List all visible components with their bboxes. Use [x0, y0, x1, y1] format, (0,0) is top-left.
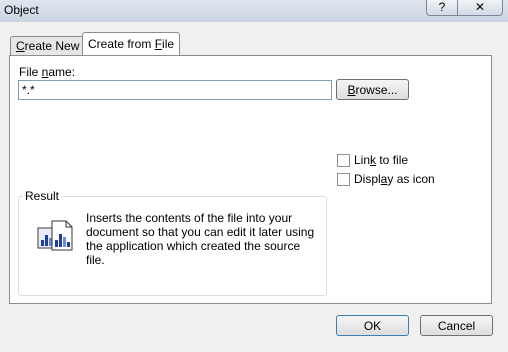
display-as-icon-box[interactable]	[337, 172, 350, 186]
display-as-icon-checkbox[interactable]: Display as icon	[337, 172, 435, 186]
window-title: Object	[4, 3, 39, 17]
ok-button[interactable]: OK	[336, 315, 409, 336]
result-legend: Result	[23, 189, 62, 203]
object-dialog: Create New Create from File File name: B…	[0, 22, 508, 352]
file-name-label: File name:	[19, 65, 76, 79]
insert-file-icon	[37, 220, 73, 251]
tab-create-new[interactable]: Create New	[10, 36, 86, 55]
link-to-file-label: Link to file	[354, 153, 409, 167]
result-group: Result Inserts the contents of the file …	[18, 189, 327, 296]
file-name-input[interactable]	[18, 80, 332, 100]
browse-button[interactable]: Browse...	[336, 79, 409, 100]
cancel-button[interactable]: Cancel	[420, 315, 493, 336]
close-button[interactable]: ✕	[457, 0, 503, 16]
link-to-file-checkbox[interactable]: Link to file	[337, 153, 408, 167]
link-to-file-box[interactable]	[337, 153, 350, 167]
display-as-icon-label: Display as icon	[354, 172, 435, 186]
title-bar: Object ? ✕	[0, 0, 508, 22]
help-icon: ?	[438, 0, 446, 14]
result-description: Inserts the contents of the file into yo…	[86, 211, 315, 267]
close-icon: ✕	[474, 0, 486, 14]
tab-panel: File name: Browse... Link to file Displa…	[9, 55, 492, 304]
tab-create-from-file[interactable]: Create from File	[82, 32, 181, 55]
help-button[interactable]: ?	[426, 0, 458, 16]
